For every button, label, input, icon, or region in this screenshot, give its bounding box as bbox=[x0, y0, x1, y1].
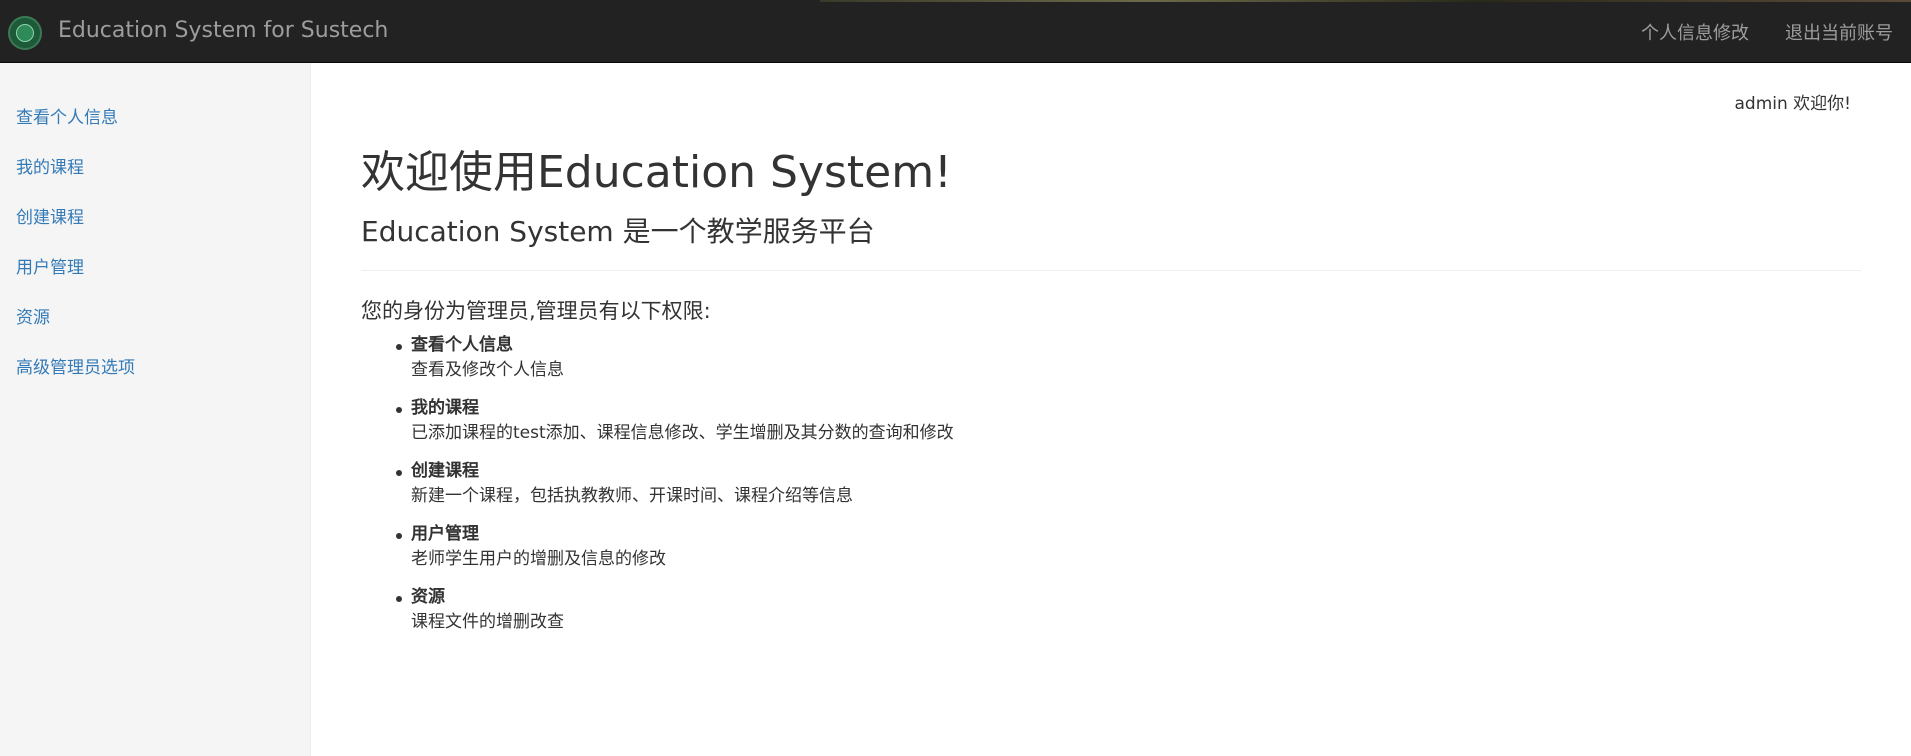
edit-profile-link[interactable]: 个人信息修改 bbox=[1623, 19, 1767, 45]
sidebar-item-user-management[interactable]: 用户管理 bbox=[0, 243, 310, 293]
sustech-logo-icon[interactable] bbox=[8, 16, 42, 50]
permission-title: 创建课程 bbox=[411, 461, 479, 481]
sidebar-item-view-profile[interactable]: 查看个人信息 bbox=[0, 93, 310, 143]
navbar-links: 个人信息修改 退出当前账号 bbox=[1623, 0, 1911, 63]
permission-description: 课程文件的增删改查 bbox=[411, 612, 564, 632]
logout-link[interactable]: 退出当前账号 bbox=[1767, 19, 1911, 45]
bullet-icon bbox=[396, 407, 402, 413]
list-item: 资源 课程文件的增删改查 bbox=[396, 585, 954, 635]
permission-description: 新建一个课程，包括执教教师、开课时间、课程介绍等信息 bbox=[411, 486, 853, 506]
bullet-icon bbox=[396, 470, 402, 476]
list-item: 用户管理 老师学生用户的增删及信息的修改 bbox=[396, 522, 954, 572]
divider bbox=[361, 270, 1861, 271]
permission-description: 查看及修改个人信息 bbox=[411, 360, 564, 380]
list-item: 我的课程 已添加课程的test添加、课程信息修改、学生增删及其分数的查询和修改 bbox=[396, 396, 954, 446]
permission-list: 查看个人信息 查看及修改个人信息 我的课程 已添加课程的test添加、课程信息修… bbox=[396, 333, 954, 648]
permission-description: 已添加课程的test添加、课程信息修改、学生增删及其分数的查询和修改 bbox=[411, 423, 954, 443]
sidebar-item-create-course[interactable]: 创建课程 bbox=[0, 193, 310, 243]
top-navbar: Education System for Sustech 个人信息修改 退出当前… bbox=[0, 0, 1911, 63]
bullet-icon bbox=[396, 596, 402, 602]
bullet-icon bbox=[396, 344, 402, 350]
permission-title: 我的课程 bbox=[411, 398, 479, 418]
permission-title: 资源 bbox=[411, 587, 445, 607]
logo-emblem bbox=[16, 24, 34, 42]
bullet-icon bbox=[396, 533, 402, 539]
sidebar: 查看个人信息 我的课程 创建课程 用户管理 资源 高级管理员选项 bbox=[0, 63, 311, 756]
welcome-user-text: admin 欢迎你! bbox=[1734, 94, 1852, 114]
role-intro: 您的身份为管理员,管理员有以下权限: bbox=[361, 299, 711, 323]
sidebar-item-my-courses[interactable]: 我的课程 bbox=[0, 143, 310, 193]
page-subtitle: Education System 是一个教学服务平台 bbox=[361, 215, 875, 248]
list-item: 创建课程 新建一个课程，包括执教教师、开课时间、课程介绍等信息 bbox=[396, 459, 954, 509]
permission-description: 老师学生用户的增删及信息的修改 bbox=[411, 549, 666, 569]
list-item: 查看个人信息 查看及修改个人信息 bbox=[396, 333, 954, 383]
permission-title: 用户管理 bbox=[411, 524, 479, 544]
page-title: 欢迎使用Education System! bbox=[361, 147, 952, 198]
permission-title: 查看个人信息 bbox=[411, 335, 513, 355]
sidebar-item-resources[interactable]: 资源 bbox=[0, 293, 310, 343]
sidebar-item-admin-options[interactable]: 高级管理员选项 bbox=[0, 343, 310, 393]
brand-title[interactable]: Education System for Sustech bbox=[58, 18, 388, 43]
